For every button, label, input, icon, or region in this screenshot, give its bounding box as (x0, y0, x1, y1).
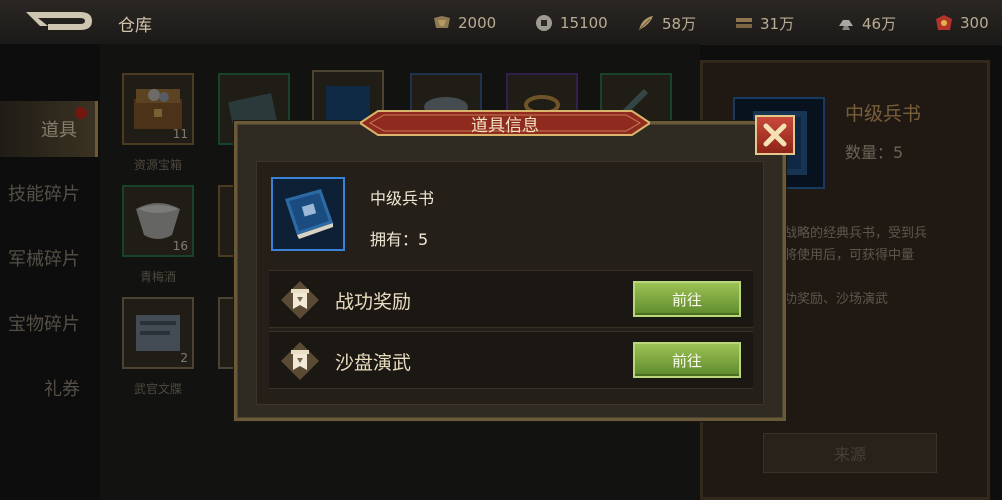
resource-wood-value: 31万 (760, 14, 795, 33)
resource-treasure-value: 300 (960, 14, 989, 32)
food-icon (434, 16, 450, 28)
source-row-sandtable: 沙盘演武 前往 (269, 331, 753, 389)
resource-wood: 31万 (734, 12, 794, 34)
back-button[interactable] (18, 6, 98, 36)
close-button[interactable] (755, 115, 795, 155)
dialog-item-name: 中级兵书 (370, 189, 435, 208)
resource-iron: 46万 (836, 12, 896, 34)
feather-icon (638, 16, 653, 31)
wood-icon (736, 18, 752, 28)
dialog-item-owned: 拥有：5 (370, 230, 429, 249)
resource-food-value: 2000 (458, 14, 497, 32)
resource-feather: 58万 (636, 12, 696, 34)
dialog-title: 道具信息 (471, 115, 539, 136)
dialog-item-icon (271, 177, 345, 251)
resource-treasure: 300 (934, 12, 989, 34)
source-label: 战功奖励 (335, 291, 412, 313)
go-button[interactable]: 前往 (633, 281, 741, 317)
resource-coin-value: 15100 (560, 14, 608, 32)
back-arrow-icon (26, 12, 92, 30)
coin-icon (536, 15, 552, 31)
top-bar: 仓库 2000 15100 58万 31万 46万 300 (0, 0, 1002, 45)
resource-feather-value: 58万 (662, 14, 697, 33)
source-label: 沙盘演武 (335, 352, 412, 374)
resource-coin: 15100 (534, 12, 608, 34)
resource-iron-value: 46万 (862, 14, 897, 33)
close-icon (763, 123, 787, 147)
banner-flag-icon (281, 281, 319, 319)
page-title: 仓库 (118, 16, 152, 36)
resource-food: 2000 (432, 12, 496, 34)
treasure-icon (936, 15, 952, 30)
go-button[interactable]: 前往 (633, 342, 741, 378)
iron-icon (839, 20, 853, 30)
book-icon (285, 189, 333, 239)
source-row-merit: 战功奖励 前往 (269, 270, 753, 328)
banner-flag-icon (281, 342, 319, 380)
